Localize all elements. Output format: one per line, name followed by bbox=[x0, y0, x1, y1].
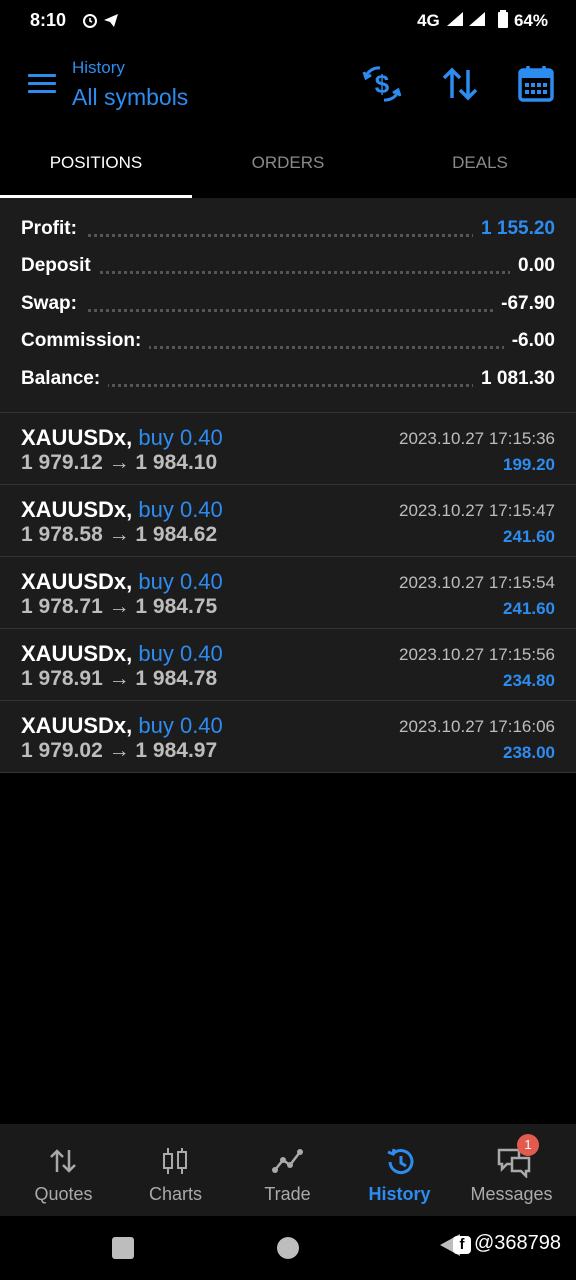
position-type: buy 0.40 bbox=[138, 569, 223, 594]
nav-messages[interactable]: 1 Messages bbox=[454, 1124, 569, 1216]
summary-label: Commission: bbox=[21, 330, 150, 352]
nav-label: Trade bbox=[264, 1184, 311, 1204]
list-item[interactable]: XAUUSDx, buy 0.40 1 978.58 → 1 984.62 20… bbox=[0, 484, 576, 556]
summary-row-commission: Commission: -6.00 bbox=[21, 324, 555, 360]
position-symbol: XAUUSDx, buy 0.40 bbox=[21, 425, 223, 450]
network-type: 4G bbox=[417, 11, 440, 30]
sort-arrows-icon[interactable] bbox=[438, 62, 482, 106]
svg-text:$: $ bbox=[375, 69, 390, 99]
position-prices: 1 978.58 → 1 984.62 bbox=[21, 523, 218, 546]
watermark: f @368798 bbox=[453, 1232, 561, 1255]
quotes-arrows-icon bbox=[50, 1149, 76, 1173]
nav-trade[interactable]: Trade bbox=[230, 1124, 345, 1216]
candlestick-icon bbox=[163, 1148, 187, 1174]
history-clock-icon bbox=[387, 1148, 414, 1175]
unread-badge: 1 bbox=[517, 1134, 539, 1156]
recents-button[interactable] bbox=[112, 1237, 134, 1259]
position-profit: 241.60 bbox=[503, 599, 555, 618]
list-item[interactable]: XAUUSDx, buy 0.40 1 978.71 → 1 984.75 20… bbox=[0, 556, 576, 628]
position-symbol: XAUUSDx, buy 0.40 bbox=[21, 713, 223, 738]
signal-icon bbox=[446, 12, 485, 26]
home-button[interactable] bbox=[277, 1237, 299, 1259]
positions-list: XAUUSDx, buy 0.40 1 979.12 → 1 984.10 20… bbox=[0, 412, 576, 773]
list-item[interactable]: XAUUSDx, buy 0.40 1 978.91 → 1 984.78 20… bbox=[0, 628, 576, 700]
summary-value: 1 081.30 bbox=[473, 368, 555, 390]
tab-orders[interactable]: ORDERS bbox=[192, 128, 384, 198]
history-tabs: POSITIONS ORDERS DEALS bbox=[0, 128, 576, 198]
summary-label: Profit: bbox=[21, 218, 85, 240]
summary-row-swap: Swap: -67.90 bbox=[21, 287, 555, 323]
status-bar: 8:10 4G 64% bbox=[0, 0, 576, 42]
app-header: History All symbols $ bbox=[0, 42, 576, 128]
dotted-leader bbox=[21, 309, 555, 312]
nav-label: Messages bbox=[470, 1184, 553, 1204]
summary-value: -67.90 bbox=[493, 293, 555, 315]
status-right: 4G 64% bbox=[417, 10, 548, 31]
nav-label: Charts bbox=[148, 1184, 202, 1204]
nav-charts[interactable]: Charts bbox=[118, 1124, 233, 1216]
currency-exchange-icon[interactable]: $ bbox=[360, 62, 404, 106]
symbol-filter[interactable]: All symbols bbox=[72, 84, 188, 111]
position-type: buy 0.40 bbox=[138, 497, 223, 522]
list-item[interactable]: XAUUSDx, buy 0.40 1 979.12 → 1 984.10 20… bbox=[0, 412, 576, 484]
nav-quotes[interactable]: Quotes bbox=[6, 1124, 121, 1216]
nav-history[interactable]: History bbox=[342, 1124, 457, 1216]
position-symbol: XAUUSDx, buy 0.40 bbox=[21, 569, 223, 594]
facebook-logo-icon: f bbox=[453, 1236, 471, 1254]
position-profit: 241.60 bbox=[503, 527, 555, 546]
position-datetime: 2023.10.27 17:15:56 bbox=[399, 645, 555, 664]
position-profit: 199.20 bbox=[503, 455, 555, 474]
position-symbol: XAUUSDx, buy 0.40 bbox=[21, 641, 223, 666]
summary-label: Balance: bbox=[21, 368, 109, 390]
summary-value: 0.00 bbox=[510, 255, 555, 277]
calendar-icon[interactable] bbox=[514, 62, 558, 106]
summary-label: Deposit bbox=[21, 255, 99, 277]
nav-label: Quotes bbox=[34, 1184, 93, 1204]
position-type: buy 0.40 bbox=[138, 641, 223, 666]
nav-label: History bbox=[368, 1184, 431, 1204]
battery-icon bbox=[498, 10, 509, 28]
position-profit: 234.80 bbox=[503, 671, 555, 690]
summary-row-balance: Balance: 1 081.30 bbox=[21, 362, 555, 398]
position-datetime: 2023.10.27 17:15:47 bbox=[399, 501, 555, 520]
position-datetime: 2023.10.27 17:15:36 bbox=[399, 429, 555, 448]
summary-row-profit: Profit: 1 155.20 bbox=[21, 212, 555, 248]
summary-label: Swap: bbox=[21, 293, 85, 315]
page-title: History bbox=[72, 58, 125, 77]
dotted-leader bbox=[21, 271, 555, 274]
tab-deals[interactable]: DEALS bbox=[384, 128, 576, 198]
position-prices: 1 978.91 → 1 984.78 bbox=[21, 667, 218, 690]
position-prices: 1 978.71 → 1 984.75 bbox=[21, 595, 218, 618]
system-nav-bar: f @368798 bbox=[0, 1216, 576, 1280]
position-prices: 1 979.12 → 1 984.10 bbox=[21, 451, 218, 474]
list-item[interactable]: XAUUSDx, buy 0.40 1 979.02 → 1 984.97 20… bbox=[0, 700, 576, 773]
status-notification-icons bbox=[82, 10, 122, 35]
status-time: 8:10 bbox=[30, 10, 67, 30]
hamburger-menu-icon[interactable] bbox=[28, 74, 56, 94]
summary-panel: Profit: 1 155.20 Deposit 0.00 Swap: -67.… bbox=[0, 198, 576, 412]
position-profit: 238.00 bbox=[503, 743, 555, 762]
alarm-telegram-icon bbox=[83, 14, 118, 28]
bottom-nav: Quotes Charts Trade History 1 Messages bbox=[0, 1124, 576, 1216]
position-type: buy 0.40 bbox=[138, 425, 223, 450]
tab-positions[interactable]: POSITIONS bbox=[0, 128, 192, 198]
position-prices: 1 979.02 → 1 984.97 bbox=[21, 739, 218, 762]
summary-value: 1 155.20 bbox=[473, 218, 555, 240]
trend-line-icon bbox=[272, 1149, 303, 1173]
battery-percent: 64% bbox=[513, 11, 548, 30]
summary-value: -6.00 bbox=[503, 330, 555, 352]
position-datetime: 2023.10.27 17:16:06 bbox=[399, 717, 555, 736]
position-symbol: XAUUSDx, buy 0.40 bbox=[21, 497, 223, 522]
position-datetime: 2023.10.27 17:15:54 bbox=[399, 573, 555, 592]
summary-row-deposit: Deposit 0.00 bbox=[21, 249, 555, 285]
position-type: buy 0.40 bbox=[138, 713, 223, 738]
